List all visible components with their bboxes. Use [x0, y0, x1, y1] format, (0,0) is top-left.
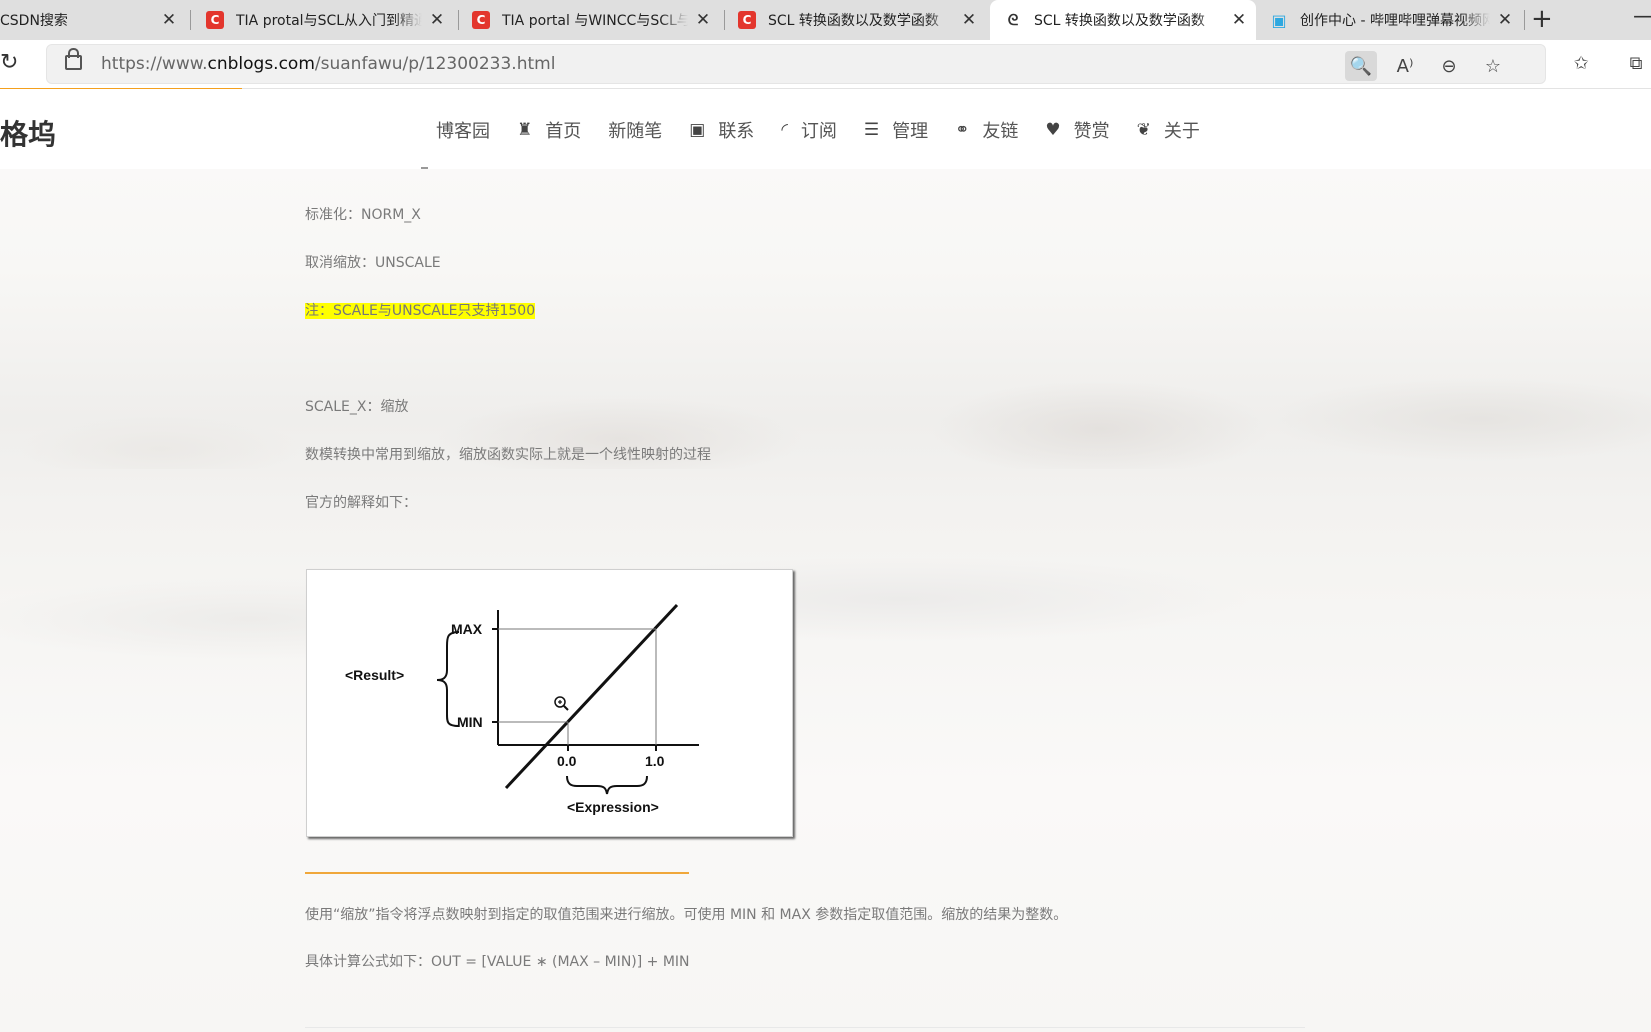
tab-scl-csdn[interactable]: C SCL 转换函数以及数学函数 ✕: [728, 0, 986, 40]
blog-header: 格坞 博客园 ♜ 首页 新随笔 ▣ 联系 ◜ 订阅 ☰ 管理 ⚭ 友链 ♥ 赞赏…: [0, 89, 1651, 169]
list-icon: ☰: [863, 120, 880, 140]
nav-item-about[interactable]: ❦ 关于: [1137, 117, 1200, 143]
tab-csdn-search[interactable]: CSDN搜索 ✕: [0, 0, 186, 40]
minimize-button[interactable]: —: [1633, 4, 1651, 29]
nav-item-new-post[interactable]: 新随笔: [608, 117, 662, 143]
tab-title: 创作中心 - 哔哩哔哩弹幕视频网: [1300, 13, 1490, 29]
reader-mode-icon[interactable]: 🔍: [1345, 51, 1377, 81]
nav-item-links[interactable]: ⚭ 友链: [955, 117, 1018, 143]
expression-brace: [566, 775, 648, 795]
nav-label: 关于: [1163, 121, 1200, 142]
divider: [421, 167, 428, 169]
rss-icon: ◜: [781, 120, 788, 140]
blog-nav: 博客园 ♜ 首页 新随笔 ▣ 联系 ◜ 订阅 ☰ 管理 ⚭ 友链 ♥ 赞赏 ❦ …: [436, 117, 1227, 143]
background-clouds: [0, 509, 1651, 669]
x-tick-0-label: 0.0: [557, 753, 577, 769]
tab-title: SCL 转换函数以及数学函数: [768, 13, 939, 29]
article-line-norm-x: 标准化：NORM_X: [305, 207, 421, 223]
contact-icon: ▣: [689, 120, 706, 140]
expression-label: <Expression>: [567, 799, 659, 815]
background-mountains: [0, 349, 1651, 469]
nav-label: 首页: [545, 121, 582, 142]
max-label: MAX: [451, 621, 483, 637]
min-label: MIN: [457, 714, 483, 730]
tab-separator: [724, 10, 725, 30]
nav-item-cnblogs[interactable]: 博客园: [436, 117, 490, 143]
nav-item-home[interactable]: ♜ 首页: [517, 117, 581, 143]
browser-toolbar: ↻ https://www.cnblogs.com/suanfawu/p/123…: [0, 40, 1651, 89]
close-icon[interactable]: ✕: [1494, 10, 1516, 30]
nav-item-manage[interactable]: ☰ 管理: [864, 117, 928, 143]
nav-label: 友链: [982, 121, 1019, 142]
web-page: 格坞 博客园 ♜ 首页 新随笔 ▣ 联系 ◜ 订阅 ☰ 管理 ⚭ 友链 ♥ 赞赏…: [0, 89, 1651, 1032]
nav-item-contact[interactable]: ▣ 联系: [689, 117, 754, 143]
article-line-unscale: 取消缩放：UNSCALE: [305, 255, 441, 271]
tab-title: TIA protal与SCL从入门到精通: [236, 13, 422, 29]
tab-title: TIA portal 与WINCC与SCL与: [502, 13, 688, 29]
result-label: <Result>: [345, 667, 404, 683]
tab-bilibili[interactable]: ▣ 创作中心 - 哔哩哔哩弹幕视频网 ✕: [1260, 0, 1522, 40]
tab-separator: [1524, 10, 1525, 30]
leaf-icon: ❦: [1136, 120, 1151, 140]
article-line-intro: 数模转换中常用到缩放，缩放函数实际上就是一个线性映射的过程: [305, 447, 711, 463]
cnblogs-icon: ᘓ: [1007, 11, 1019, 29]
divider: [305, 1027, 1305, 1028]
zoom-in-cursor-icon: [554, 696, 569, 711]
add-favorite-icon[interactable]: ☆: [1477, 51, 1509, 81]
url-path: /suanfawu/p/12300233.html: [314, 54, 556, 74]
close-icon[interactable]: ✕: [1228, 10, 1250, 30]
highlighted-note: 注：SCALE与UNSCALE只支持1500: [305, 303, 536, 319]
close-icon[interactable]: ✕: [158, 10, 180, 30]
nav-label: 博客园: [436, 121, 490, 142]
collections-icon[interactable]: ⧉: [1620, 48, 1651, 78]
result-brace: [436, 631, 460, 727]
article-line-official: 官方的解释如下：: [305, 495, 417, 511]
nav-label: 赞赏: [1073, 121, 1110, 142]
address-bar[interactable]: https://www.cnblogs.com/suanfawu/p/12300…: [46, 44, 1546, 84]
tab-tia-portal-wincc[interactable]: C TIA portal 与WINCC与SCL与 ✕: [462, 0, 720, 40]
article-line-scale-x: SCALE_X：缩放: [305, 399, 409, 415]
csdn-icon: C: [206, 11, 224, 29]
zoom-out-icon[interactable]: ⊖: [1433, 51, 1465, 81]
url-domain: cnblogs.com: [207, 54, 315, 74]
tab-tia-protal[interactable]: C TIA protal与SCL从入门到精通 ✕: [196, 0, 454, 40]
section-rule: [305, 872, 689, 874]
blog-brand[interactable]: 格坞: [0, 113, 56, 153]
bilibili-icon: ▣: [1271, 10, 1287, 30]
close-icon[interactable]: ✕: [692, 10, 714, 30]
reload-icon[interactable]: ↻: [0, 50, 18, 75]
csdn-icon: C: [738, 11, 756, 29]
article-note: 注：SCALE与UNSCALE只支持1500: [305, 300, 536, 320]
nav-label: 管理: [892, 121, 929, 142]
article-desc: 使用“缩放”指令将浮点数映射到指定的取值范围来进行缩放。可使用 MIN 和 MA…: [305, 907, 1068, 923]
scale-diagram[interactable]: <Result> MAX MIN 0.0 1.0 <Expression>: [306, 569, 793, 837]
nav-label: 新随笔: [608, 121, 663, 142]
nav-label: 联系: [718, 121, 755, 142]
x-tick-1-label: 1.0: [645, 753, 665, 769]
read-aloud-icon[interactable]: A⁾: [1389, 51, 1421, 81]
url-prefix: https://www.: [101, 54, 208, 74]
tab-title: CSDN搜索: [0, 13, 68, 29]
close-icon[interactable]: ✕: [426, 10, 448, 30]
nav-label: 订阅: [800, 121, 837, 142]
favorites-icon[interactable]: ✩: [1565, 48, 1597, 78]
nav-item-donate[interactable]: ♥ 赞赏: [1045, 117, 1109, 143]
article-formula: 具体计算公式如下：OUT = [VALUE ∗ (MAX – MIN)] + M…: [305, 954, 690, 970]
nav-item-subscribe[interactable]: ◜ 订阅: [781, 117, 837, 143]
tab-strip: CSDN搜索 ✕ C TIA protal与SCL从入门到精通 ✕ C TIA …: [0, 0, 1651, 40]
tab-title: SCL 转换函数以及数学函数: [1034, 13, 1205, 29]
castle-icon: ♜: [517, 120, 533, 140]
url-text[interactable]: https://www.cnblogs.com/suanfawu/p/12300…: [101, 54, 555, 74]
tab-separator: [458, 10, 459, 30]
link-icon: ⚭: [955, 120, 970, 140]
lock-icon[interactable]: [65, 48, 82, 70]
tab-scl-cnblogs-active[interactable]: ᘓ SCL 转换函数以及数学函数 ✕: [990, 0, 1256, 40]
tab-separator: [190, 10, 191, 30]
heart-icon: ♥: [1045, 120, 1061, 140]
close-icon[interactable]: ✕: [958, 10, 980, 30]
csdn-icon: C: [472, 11, 490, 29]
new-tab-button[interactable]: +: [1531, 4, 1553, 34]
